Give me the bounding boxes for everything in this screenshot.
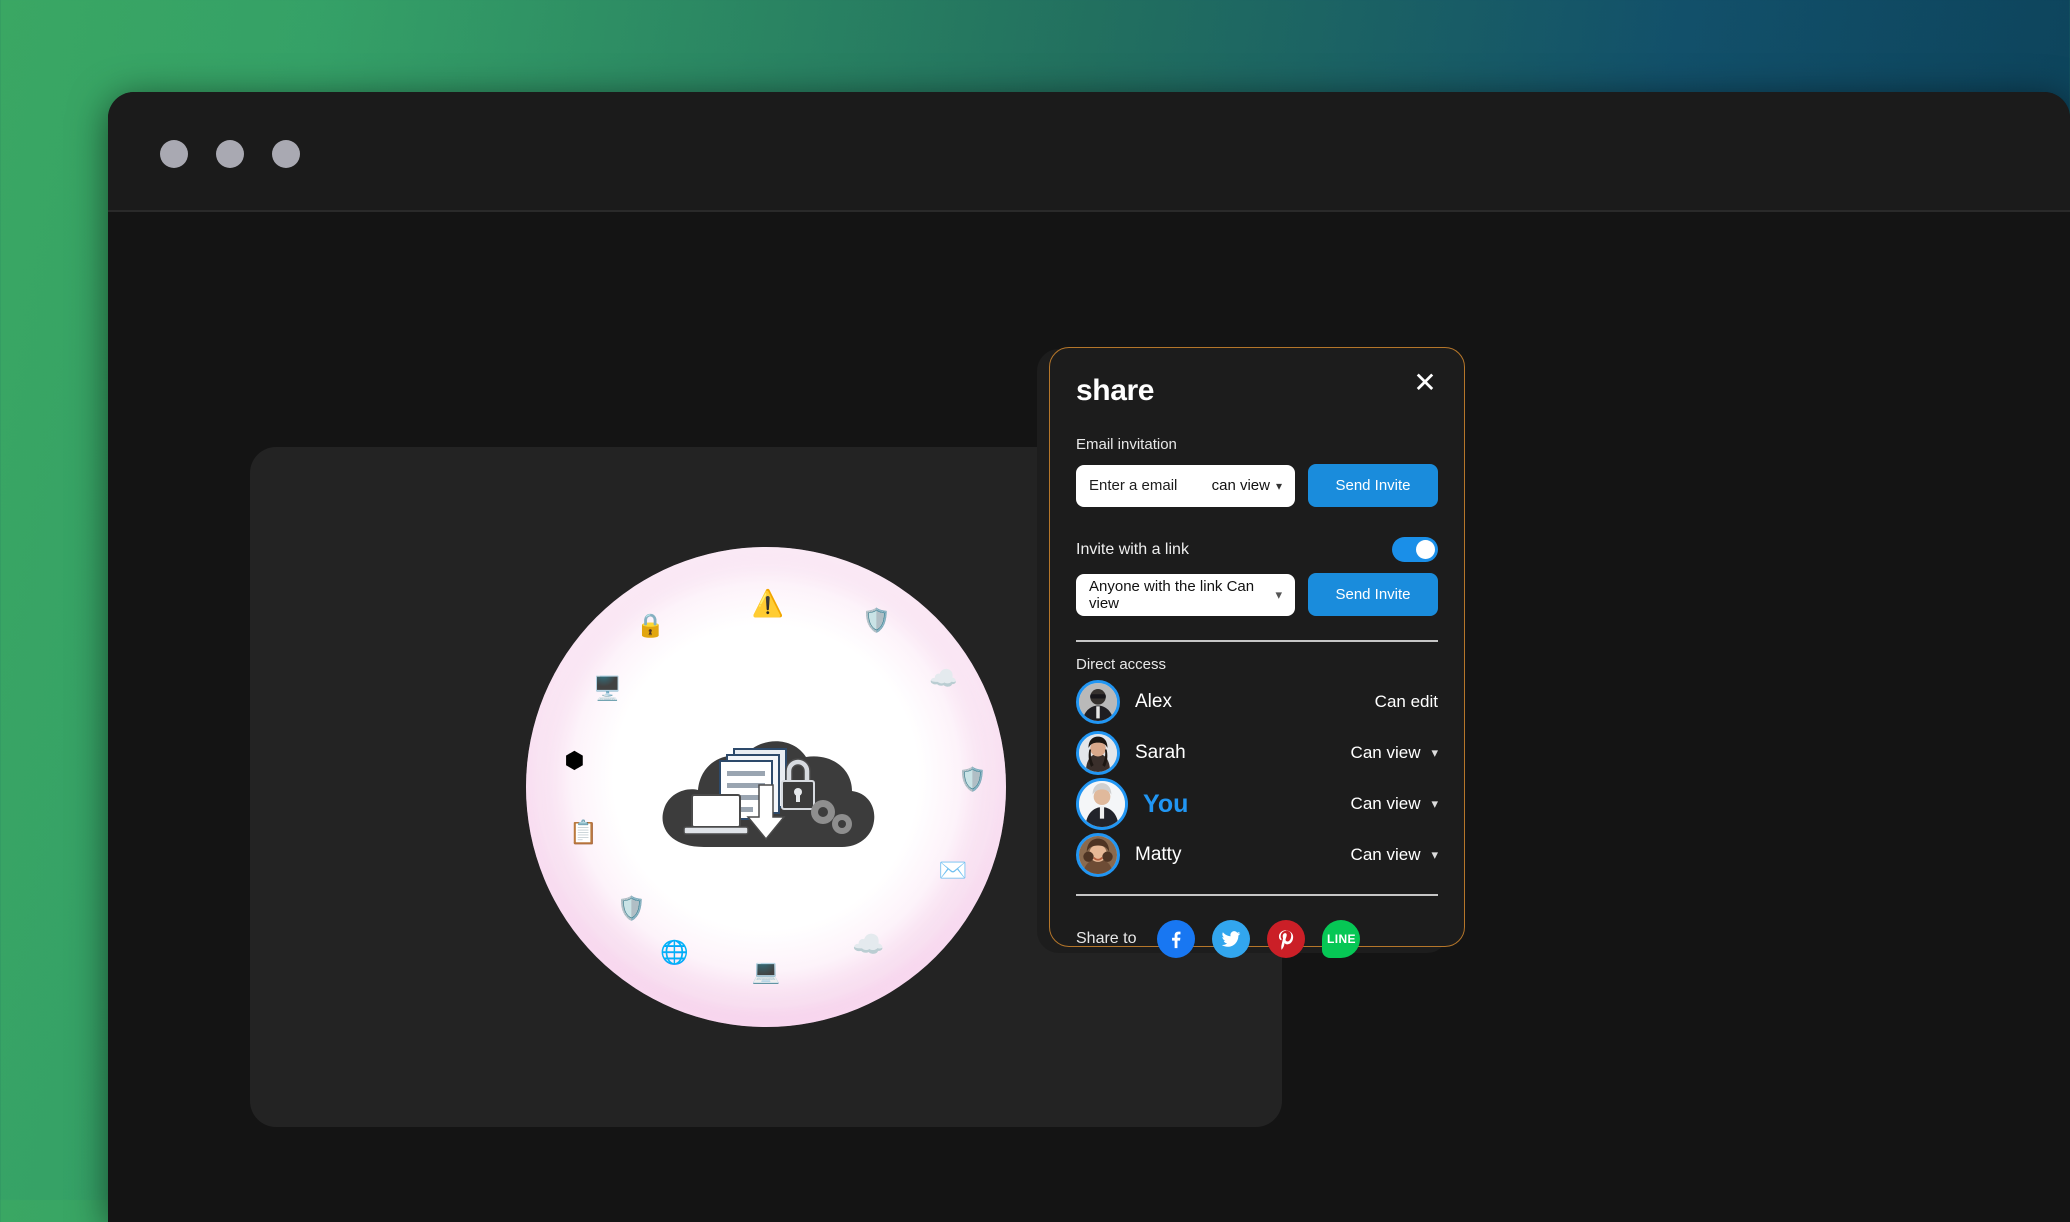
invite-link-field-row: Anyone with the link Can view ▾ Send Inv… xyxy=(1076,573,1438,616)
green-shield-lock-icon: 🛡️ xyxy=(958,765,987,792)
chevron-down-icon: ▾ xyxy=(1431,796,1438,811)
pinterest-icon[interactable] xyxy=(1267,920,1306,958)
email-permission-dropdown[interactable]: can view ▾ xyxy=(1212,477,1282,494)
minimize-window-button[interactable] xyxy=(216,140,244,168)
send-invite-email-button[interactable]: Send Invite xyxy=(1308,464,1438,507)
table-row[interactable]: You Can view ▾ xyxy=(1076,778,1438,830)
link-permission-select[interactable]: Anyone with the link Can view ▾ xyxy=(1076,573,1295,616)
chevron-down-icon: ▾ xyxy=(1431,745,1438,760)
cloud-security-illustration: 🔒 ⚠️ 🛡️ 🖥️ ☁️ ⬢ 🛡️ 📋 ✉️ 🛡️ 🌐 💻 ☁️ xyxy=(526,547,1006,1027)
person-name: You xyxy=(1143,789,1189,818)
person-permission-value: Can edit xyxy=(1374,692,1438,711)
avatar xyxy=(1076,778,1128,830)
person-info: You xyxy=(1076,778,1188,830)
avatar xyxy=(1076,833,1120,877)
monitor-shield-icon: 🖥️ xyxy=(593,674,622,701)
person-permission-value: Can view xyxy=(1350,743,1421,762)
person-info: Matty xyxy=(1076,833,1181,877)
browser-window: 🔒 ⚠️ 🛡️ 🖥️ ☁️ ⬢ 🛡️ 📋 ✉️ 🛡️ 🌐 💻 ☁️ share … xyxy=(108,92,2070,1222)
email-input[interactable]: Enter a email xyxy=(1089,477,1212,494)
person-permission-value: Can view xyxy=(1350,794,1421,813)
browser-titlebar xyxy=(108,92,2070,212)
chevron-down-icon: ▾ xyxy=(1275,586,1282,602)
share-panel-container: share ✕ Email invitation Enter a email c… xyxy=(1037,347,1465,958)
person-permission[interactable]: Can edit xyxy=(1375,692,1438,712)
invite-with-link-row: Invite with a link xyxy=(1076,537,1438,562)
toggle-knob xyxy=(1416,540,1435,559)
person-permission[interactable]: Can view ▾ xyxy=(1351,845,1438,865)
person-info: Alex xyxy=(1076,680,1172,724)
direct-access-label: Direct access xyxy=(1076,656,1167,673)
person-name: Alex xyxy=(1135,691,1172,712)
close-icon[interactable]: ✕ xyxy=(1408,366,1442,400)
email-permission-value: can view xyxy=(1211,477,1270,494)
line-icon[interactable]: LINE xyxy=(1322,920,1361,958)
laptop-search-icon: 💻 xyxy=(751,957,781,984)
invite-with-link-label: Invite with a link xyxy=(1076,540,1189,558)
page-title: share xyxy=(1076,374,1155,407)
warning-triangle-icon: ⚠️ xyxy=(751,588,784,619)
table-row[interactable]: Alex Can edit xyxy=(1076,677,1438,727)
hexagon-globe-icon: 🛡️ xyxy=(862,607,891,634)
share-to-label: Share to xyxy=(1076,930,1137,947)
person-permission[interactable]: Can view ▾ xyxy=(1351,794,1438,814)
window-body: 🔒 ⚠️ 🛡️ 🖥️ ☁️ ⬢ 🛡️ 📋 ✉️ 🛡️ 🌐 💻 ☁️ share … xyxy=(108,212,2070,1222)
invite-link-toggle[interactable] xyxy=(1392,537,1438,562)
table-row[interactable]: Matty Can view ▾ xyxy=(1076,830,1438,880)
chevron-down-icon: ▾ xyxy=(1431,847,1438,862)
checklist-lock-icon: 📋 xyxy=(569,818,598,845)
cloud-shield-icon: ☁️ xyxy=(929,665,958,691)
mail-lock-icon: ✉️ xyxy=(938,857,968,883)
email-invitation-row: Enter a email can view ▾ Send Invite xyxy=(1076,464,1438,507)
padlock-icon: 🔒 xyxy=(636,612,666,639)
avatar xyxy=(1076,731,1120,775)
send-invite-link-button[interactable]: Send Invite xyxy=(1308,573,1438,616)
traffic-light-buttons xyxy=(160,140,300,168)
share-dialog: share ✕ Email invitation Enter a email c… xyxy=(1049,347,1465,958)
hexagon-cloud-icon: ⬢ xyxy=(564,746,585,773)
avatar xyxy=(1076,680,1120,724)
table-row[interactable]: Sarah Can view ▾ xyxy=(1076,728,1438,778)
person-permission-value: Can view xyxy=(1350,845,1421,864)
central-cloud-graphic xyxy=(646,707,886,867)
facebook-icon[interactable] xyxy=(1157,920,1196,958)
divider xyxy=(1076,894,1438,896)
share-to-row: Share to LINE xyxy=(1076,920,1438,958)
person-name: Sarah xyxy=(1135,742,1186,763)
cloud-padlock-icon: ☁️ xyxy=(852,929,885,959)
email-field-wrapper[interactable]: Enter a email can view ▾ xyxy=(1076,464,1295,507)
maximize-window-button[interactable] xyxy=(272,140,300,168)
person-name: Matty xyxy=(1135,844,1182,865)
person-info: Sarah xyxy=(1076,731,1186,775)
close-window-button[interactable] xyxy=(160,140,188,168)
divider xyxy=(1076,640,1438,642)
globe-network-icon: 🌐 xyxy=(660,938,690,965)
link-permission-value: Anyone with the link Can view xyxy=(1089,577,1255,612)
chevron-down-icon: ▾ xyxy=(1275,478,1282,493)
twitter-icon[interactable] xyxy=(1212,920,1251,958)
person-permission[interactable]: Can view ▾ xyxy=(1351,743,1438,763)
line-label: LINE xyxy=(1327,932,1356,946)
email-invitation-label: Email invitation xyxy=(1076,436,1177,453)
blue-shield-icon: 🛡️ xyxy=(617,895,646,922)
